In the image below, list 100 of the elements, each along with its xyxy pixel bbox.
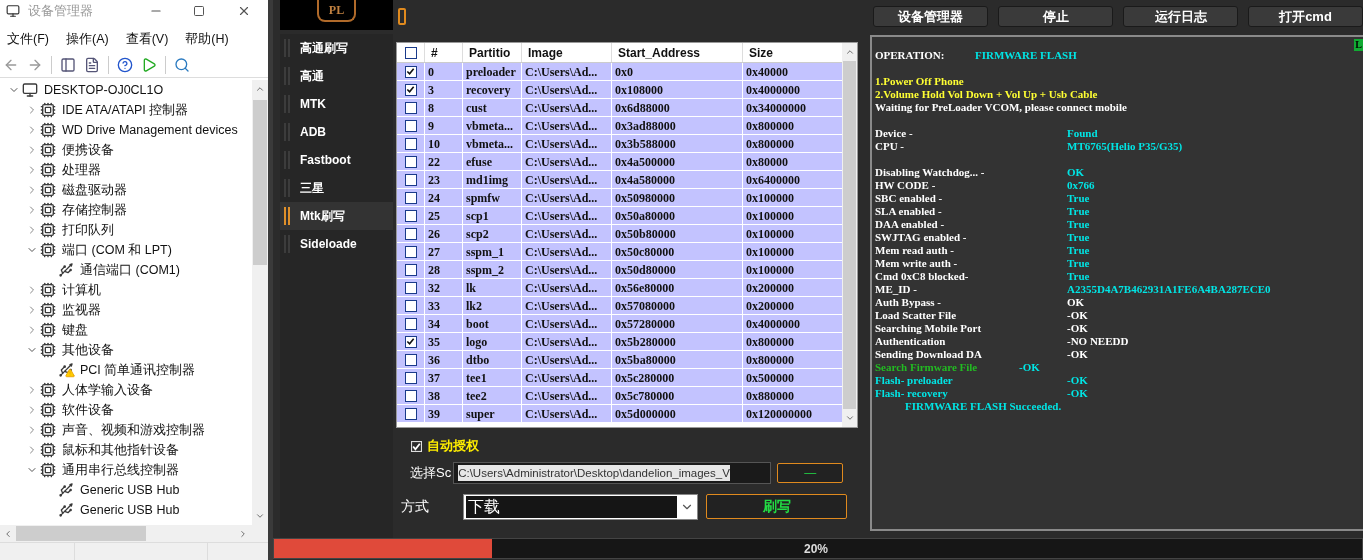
scroll-right-icon[interactable] xyxy=(238,528,248,539)
tree-item[interactable]: 便携设备 xyxy=(62,140,114,160)
horizontal-scrollbar[interactable] xyxy=(0,525,268,542)
tree-item[interactable]: 端口 (COM 和 LPT) xyxy=(62,240,172,260)
column-header[interactable]: Start_Address xyxy=(611,43,742,62)
tree-item[interactable]: 通信端口 (COM1) xyxy=(80,260,180,280)
tree-item[interactable]: 声音、视频和游戏控制器 xyxy=(62,420,205,440)
browse-button[interactable]: — xyxy=(777,462,844,483)
scroll-left-icon[interactable] xyxy=(3,528,13,539)
scroll-down-icon[interactable] xyxy=(844,413,855,423)
tree-item[interactable]: 鼠标和其他指针设备 xyxy=(62,440,179,460)
row-checkbox[interactable] xyxy=(404,245,417,258)
menu-item[interactable]: 帮助(H) xyxy=(185,29,229,49)
row-checkbox[interactable] xyxy=(404,299,417,312)
row-checkbox[interactable] xyxy=(404,83,417,96)
table-cell: 0x5c280000 xyxy=(611,369,742,386)
row-checkbox[interactable] xyxy=(404,317,417,330)
log-value: 0x766 xyxy=(1067,179,1095,192)
row-checkbox[interactable] xyxy=(404,119,417,132)
scatter-label: 选择Sc xyxy=(410,464,452,482)
tree-item[interactable]: 通用串行总线控制器 xyxy=(62,460,179,480)
tree-item[interactable]: 软件设备 xyxy=(62,400,114,420)
scroll-up-icon[interactable] xyxy=(255,84,265,94)
scroll-thumb[interactable] xyxy=(16,526,146,541)
tree-item[interactable]: 存储控制器 xyxy=(62,200,127,220)
scatter-path-field[interactable]: C:\Users\Administrator\Desktop\dandelion_images_V xyxy=(453,461,772,484)
table-scrollbar[interactable] xyxy=(842,43,857,427)
tree-item[interactable]: Generic USB Hub xyxy=(80,480,180,500)
flash-button[interactable]: 刷写 xyxy=(706,494,847,520)
row-checkbox[interactable] xyxy=(404,407,417,420)
column-header[interactable]: Image xyxy=(521,43,611,62)
tree-item[interactable]: 其他设备 xyxy=(62,340,114,360)
tree-item[interactable]: 处理器 xyxy=(62,160,101,180)
row-checkbox[interactable] xyxy=(404,209,417,222)
mode-dropdown[interactable]: 下载 xyxy=(463,493,698,520)
row-checkbox[interactable] xyxy=(404,281,417,294)
scroll-down-icon[interactable] xyxy=(255,511,265,521)
vertical-scrollbar[interactable] xyxy=(252,80,268,525)
properties-icon[interactable] xyxy=(84,56,100,73)
row-checkbox[interactable] xyxy=(404,335,417,348)
tree-item[interactable]: WD Drive Management devices xyxy=(62,120,238,140)
auto-auth-checkbox[interactable] xyxy=(411,440,422,452)
toolbar-button[interactable]: 打开cmd xyxy=(1248,6,1363,27)
nav-tab[interactable]: Sideloade xyxy=(280,230,393,258)
row-checkbox[interactable] xyxy=(404,191,417,204)
row-checkbox[interactable] xyxy=(404,371,417,384)
log-value: True xyxy=(1067,257,1090,270)
help-icon[interactable] xyxy=(117,56,133,73)
menu-item[interactable]: 文件(F) xyxy=(7,29,49,49)
table-cell: 0x5ba80000 xyxy=(611,351,742,368)
nav-tab[interactable]: Mtk刷写 xyxy=(280,202,393,230)
run-icon[interactable] xyxy=(141,56,157,73)
nav-tab[interactable]: ADB xyxy=(280,118,393,146)
close-icon[interactable] xyxy=(237,4,251,18)
nav-tab[interactable]: Fastboot xyxy=(280,146,393,174)
tree-item[interactable]: 键盘 xyxy=(62,320,88,340)
row-checkbox[interactable] xyxy=(404,389,417,402)
scroll-thumb[interactable] xyxy=(253,100,267,265)
row-checkbox[interactable] xyxy=(404,173,417,186)
row-checkbox[interactable] xyxy=(404,65,417,78)
table-cell: C:\Users\Ad... xyxy=(521,279,611,296)
tree-item[interactable]: IDE ATA/ATAPI 控制器 xyxy=(62,100,189,120)
tree-item[interactable]: 打印队列 xyxy=(62,220,114,240)
nav-tab[interactable]: 高通刷写 xyxy=(280,34,393,62)
log-value: -OK xyxy=(1067,309,1088,322)
scroll-up-icon[interactable] xyxy=(844,47,855,57)
log-label: Disabling Watchdog... - xyxy=(875,166,986,179)
row-checkbox[interactable] xyxy=(404,227,417,240)
panel-icon[interactable] xyxy=(60,56,76,73)
maximize-icon[interactable] xyxy=(193,5,205,17)
table-cell: dtbo xyxy=(462,351,521,368)
search-icon[interactable] xyxy=(174,56,190,73)
toolbar-button[interactable]: 停止 xyxy=(998,6,1113,27)
row-checkbox[interactable] xyxy=(404,353,417,366)
column-header[interactable]: # xyxy=(424,43,462,62)
app-logo: PL xyxy=(280,0,393,30)
tree-item[interactable]: PCI 简单通讯控制器 xyxy=(80,360,196,380)
nav-tab[interactable]: 三星 xyxy=(280,174,393,202)
nav-tab[interactable]: 高通 xyxy=(280,62,393,90)
column-header[interactable]: Partitio xyxy=(462,43,521,62)
row-checkbox[interactable] xyxy=(404,137,417,150)
tree-item[interactable]: 监视器 xyxy=(62,300,101,320)
menu-item[interactable]: 操作(A) xyxy=(65,29,109,49)
tree-item[interactable]: DESKTOP-OJ0CL1O xyxy=(44,80,164,100)
device-icon xyxy=(40,242,56,258)
tree-item[interactable]: 人体学输入设备 xyxy=(62,380,153,400)
select-all-checkbox[interactable] xyxy=(404,46,417,59)
row-checkbox[interactable] xyxy=(404,101,417,114)
table-cell: scp1 xyxy=(462,207,521,224)
tree-item[interactable]: 计算机 xyxy=(62,280,101,300)
tree-item[interactable]: Generic USB Hub xyxy=(80,500,180,520)
tree-item[interactable]: 磁盘驱动器 xyxy=(62,180,127,200)
menu-item[interactable]: 查看(V) xyxy=(125,29,169,49)
row-checkbox[interactable] xyxy=(404,263,417,276)
scroll-thumb[interactable] xyxy=(843,61,856,409)
toolbar-button[interactable]: 运行日志 xyxy=(1123,6,1238,27)
nav-tab[interactable]: MTK xyxy=(280,90,393,118)
toolbar-button[interactable]: 设备管理器 xyxy=(873,6,988,27)
row-checkbox[interactable] xyxy=(404,155,417,168)
table-cell: 0x3ad88000 xyxy=(611,117,742,134)
